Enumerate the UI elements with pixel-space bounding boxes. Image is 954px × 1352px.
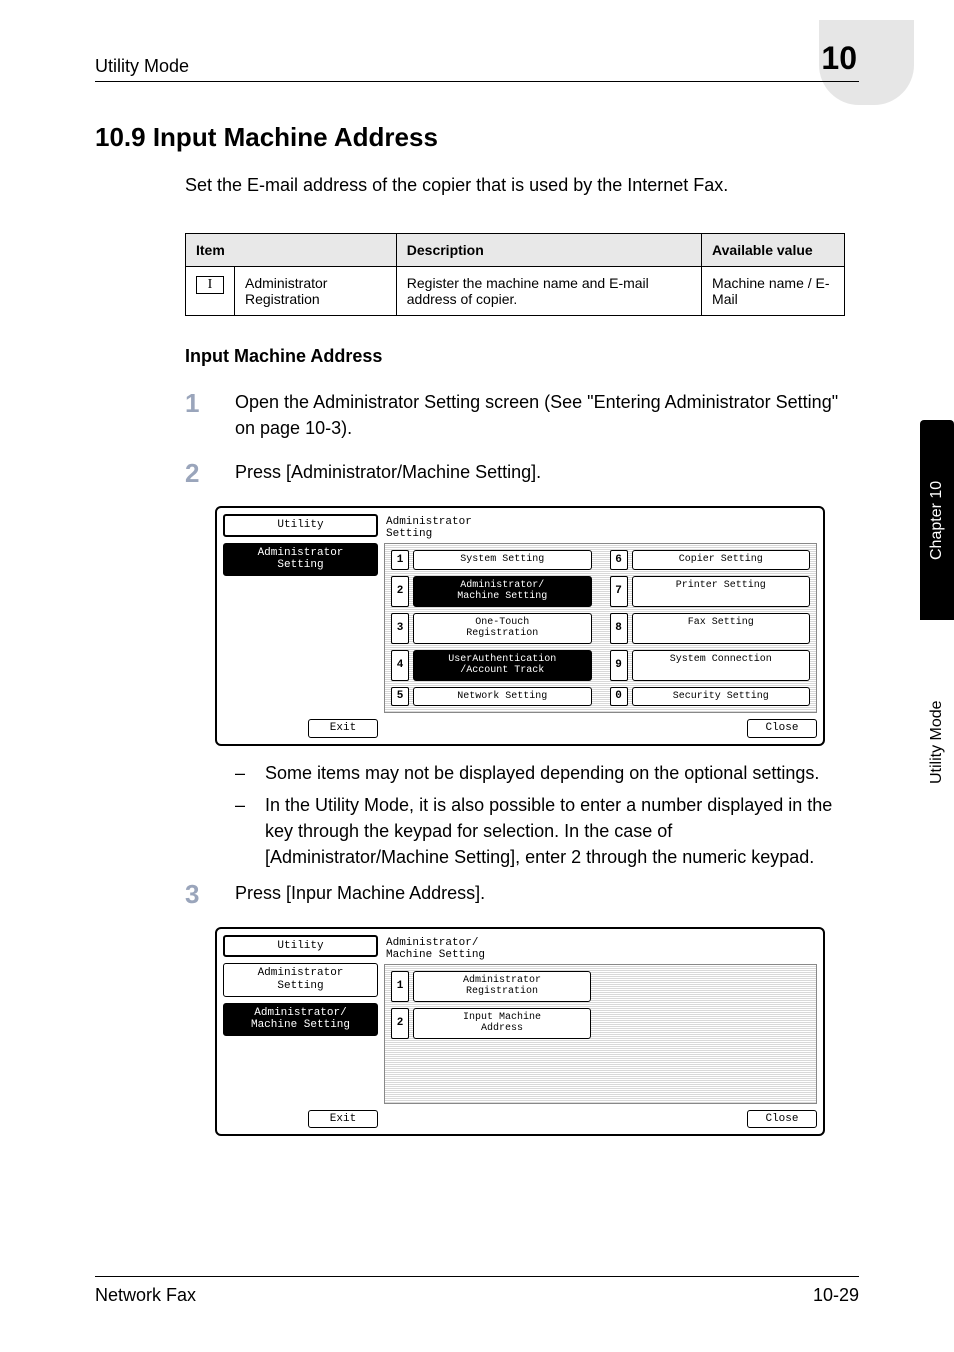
step-number: 3	[185, 880, 207, 909]
step-text: Open the Administrator Setting screen (S…	[235, 389, 859, 441]
lcd-side-item[interactable]: Administrator Setting	[223, 543, 378, 576]
table-row-available: Machine name / E-Mail	[702, 267, 845, 316]
info-icon: I	[196, 276, 224, 294]
lcd-menu-label: Security Setting	[632, 687, 811, 707]
lcd-menu-item[interactable]: 9System Connection	[610, 650, 811, 681]
side-tab-section: Utility Mode	[920, 624, 954, 860]
lcd-menu-label: Fax Setting	[632, 613, 811, 644]
table-row-item: Administrator Registration	[235, 267, 397, 316]
table-row-icon-cell: I	[186, 267, 235, 316]
step-number: 1	[185, 389, 207, 418]
lcd-menu-label: One-Touch Registration	[413, 613, 592, 644]
lcd-menu-grid: 1Administrator Registration2Input Machin…	[384, 964, 817, 1104]
note-item: – Some items may not be displayed depend…	[235, 760, 859, 786]
running-header-left: Utility Mode	[95, 56, 189, 77]
step-3: 3 Press [Inpur Machine Address].	[185, 880, 859, 909]
lcd-menu-item[interactable]: 8Fax Setting	[610, 613, 811, 644]
lcd-menu-label: Network Setting	[413, 687, 592, 707]
lcd-menu-label: Input Machine Address	[413, 1008, 591, 1039]
lcd-menu-number: 0	[610, 687, 628, 707]
lcd-menu-label: System Setting	[413, 550, 592, 570]
note-text: Some items may not be displayed dependin…	[265, 760, 819, 786]
table-row: I Administrator Registration Register th…	[186, 267, 845, 316]
lcd-menu-label: Printer Setting	[632, 576, 811, 607]
section-intro: Set the E-mail address of the copier tha…	[185, 173, 859, 197]
side-tab-chapter: Chapter 10	[920, 420, 954, 620]
table-header-available: Available value	[702, 234, 845, 267]
table-header-item: Item	[186, 234, 397, 267]
note-item: – In the Utility Mode, it is also possib…	[235, 792, 859, 870]
lcd-menu-number: 2	[391, 1008, 409, 1039]
table-header-description: Description	[396, 234, 701, 267]
lcd-menu-item[interactable]: 2Input Machine Address	[391, 1008, 591, 1039]
exit-button[interactable]: Exit	[308, 719, 378, 738]
lcd-panel-title: Administrator Setting	[384, 514, 817, 543]
chapter-number: 10	[821, 40, 859, 77]
step-text: Press [Administrator/Machine Setting].	[235, 459, 859, 485]
lcd-menu-number: 1	[391, 971, 409, 1002]
lcd-menu-item[interactable]: 6Copier Setting	[610, 550, 811, 570]
lcd-menu-grid: 1System Setting 6Copier Setting 2Administr…	[384, 543, 817, 713]
lcd-menu-item[interactable]: 0Security Setting	[610, 687, 811, 707]
lcd-menu-label: System Connection	[632, 650, 811, 681]
lcd-menu-item[interactable]: 2Administrator/ Machine Setting	[391, 576, 592, 607]
screenshot-machine-setting: Utility Administrator SettingAdministrat…	[215, 927, 825, 1137]
note-text: In the Utility Mode, it is also possible…	[265, 792, 859, 870]
lcd-menu-item[interactable]: 1Administrator Registration	[391, 971, 591, 1002]
lcd-panel-title: Administrator/ Machine Setting	[384, 935, 817, 964]
close-button[interactable]: Close	[747, 1110, 817, 1129]
lcd-menu-number: 7	[610, 576, 628, 607]
lcd-menu-number: 6	[610, 550, 628, 570]
lcd-menu-number: 5	[391, 687, 409, 707]
lcd-menu-number: 2	[391, 576, 409, 607]
lcd-side-item[interactable]: Administrator Setting	[223, 963, 378, 996]
side-tab: Chapter 10 Utility Mode	[920, 420, 954, 860]
procedure-heading: Input Machine Address	[185, 346, 859, 367]
lcd-menu-number: 3	[391, 613, 409, 644]
screenshot-admin-setting: Utility Administrator Setting Exit Admin…	[215, 506, 825, 746]
lcd-menu-item[interactable]: 4UserAuthentication /Account Track	[391, 650, 592, 681]
step-text: Press [Inpur Machine Address].	[235, 880, 859, 906]
page-footer: Network Fax 10-29	[95, 1276, 859, 1306]
lcd-menu-label: UserAuthentication /Account Track	[413, 650, 592, 681]
parameter-table: Item Description Available value I Admin…	[185, 233, 845, 316]
lcd-menu-number: 1	[391, 550, 409, 570]
section-heading: 10.9 Input Machine Address	[95, 122, 859, 153]
table-row-description: Register the machine name and E-mail add…	[396, 267, 701, 316]
note-list: – Some items may not be displayed depend…	[235, 760, 859, 870]
footer-left: Network Fax	[95, 1285, 196, 1306]
lcd-menu-label: Copier Setting	[632, 550, 811, 570]
lcd-title: Utility	[223, 935, 378, 958]
lcd-menu-label: Administrator/ Machine Setting	[413, 576, 592, 607]
step-1: 1 Open the Administrator Setting screen …	[185, 389, 859, 441]
lcd-menu-item[interactable]: 7Printer Setting	[610, 576, 811, 607]
lcd-menu-label: Administrator Registration	[413, 971, 591, 1002]
close-button[interactable]: Close	[747, 719, 817, 738]
lcd-title: Utility	[223, 514, 378, 537]
lcd-menu-number: 8	[610, 613, 628, 644]
lcd-menu-item[interactable]: 1System Setting	[391, 550, 592, 570]
step-number: 2	[185, 459, 207, 488]
lcd-menu-number: 9	[610, 650, 628, 681]
lcd-menu-item[interactable]: 3One-Touch Registration	[391, 613, 592, 644]
step-2: 2 Press [Administrator/Machine Setting].	[185, 459, 859, 488]
lcd-menu-number: 4	[391, 650, 409, 681]
exit-button[interactable]: Exit	[308, 1110, 378, 1129]
lcd-side-item[interactable]: Administrator/ Machine Setting	[223, 1003, 378, 1036]
lcd-menu-item[interactable]: 5Network Setting	[391, 687, 592, 707]
footer-right: 10-29	[813, 1285, 859, 1306]
